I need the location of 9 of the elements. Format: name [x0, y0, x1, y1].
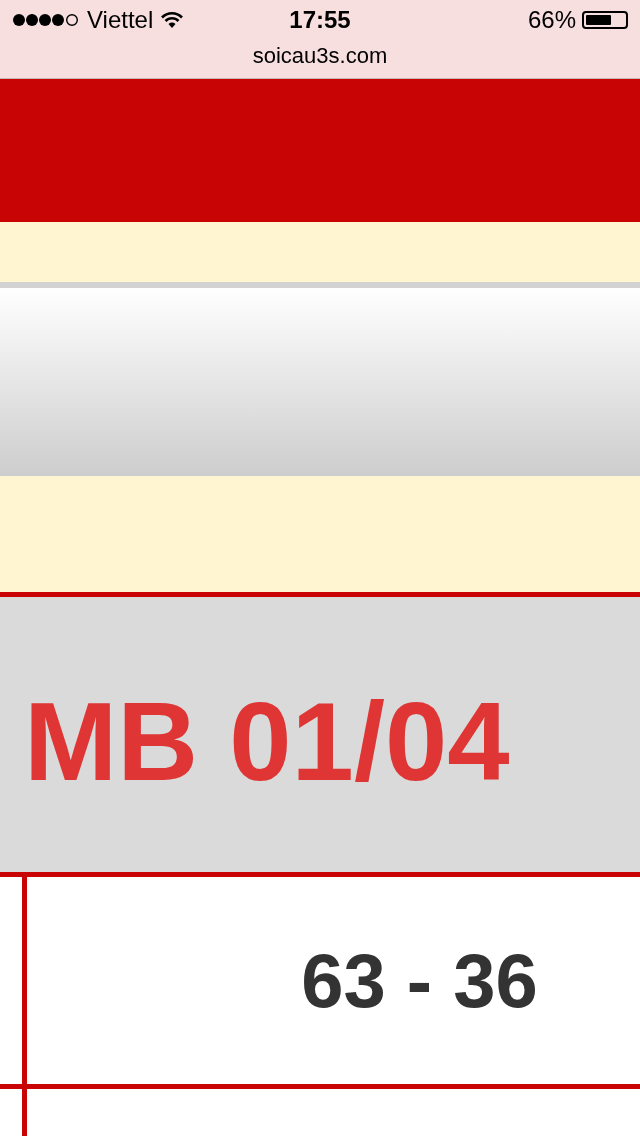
url-text[interactable]: soicau3s.com: [252, 43, 388, 69]
draw-title: MB 01/04: [24, 678, 510, 806]
wifi-icon: [160, 11, 185, 29]
signal-icon: [12, 13, 80, 27]
clock-time: 17:55: [289, 6, 351, 34]
carrier-name: Viettel: [87, 6, 154, 34]
battery-icon: [582, 11, 628, 29]
battery-percentage: 66%: [527, 6, 576, 34]
result-numbers: 63 - 36: [301, 937, 538, 1024]
